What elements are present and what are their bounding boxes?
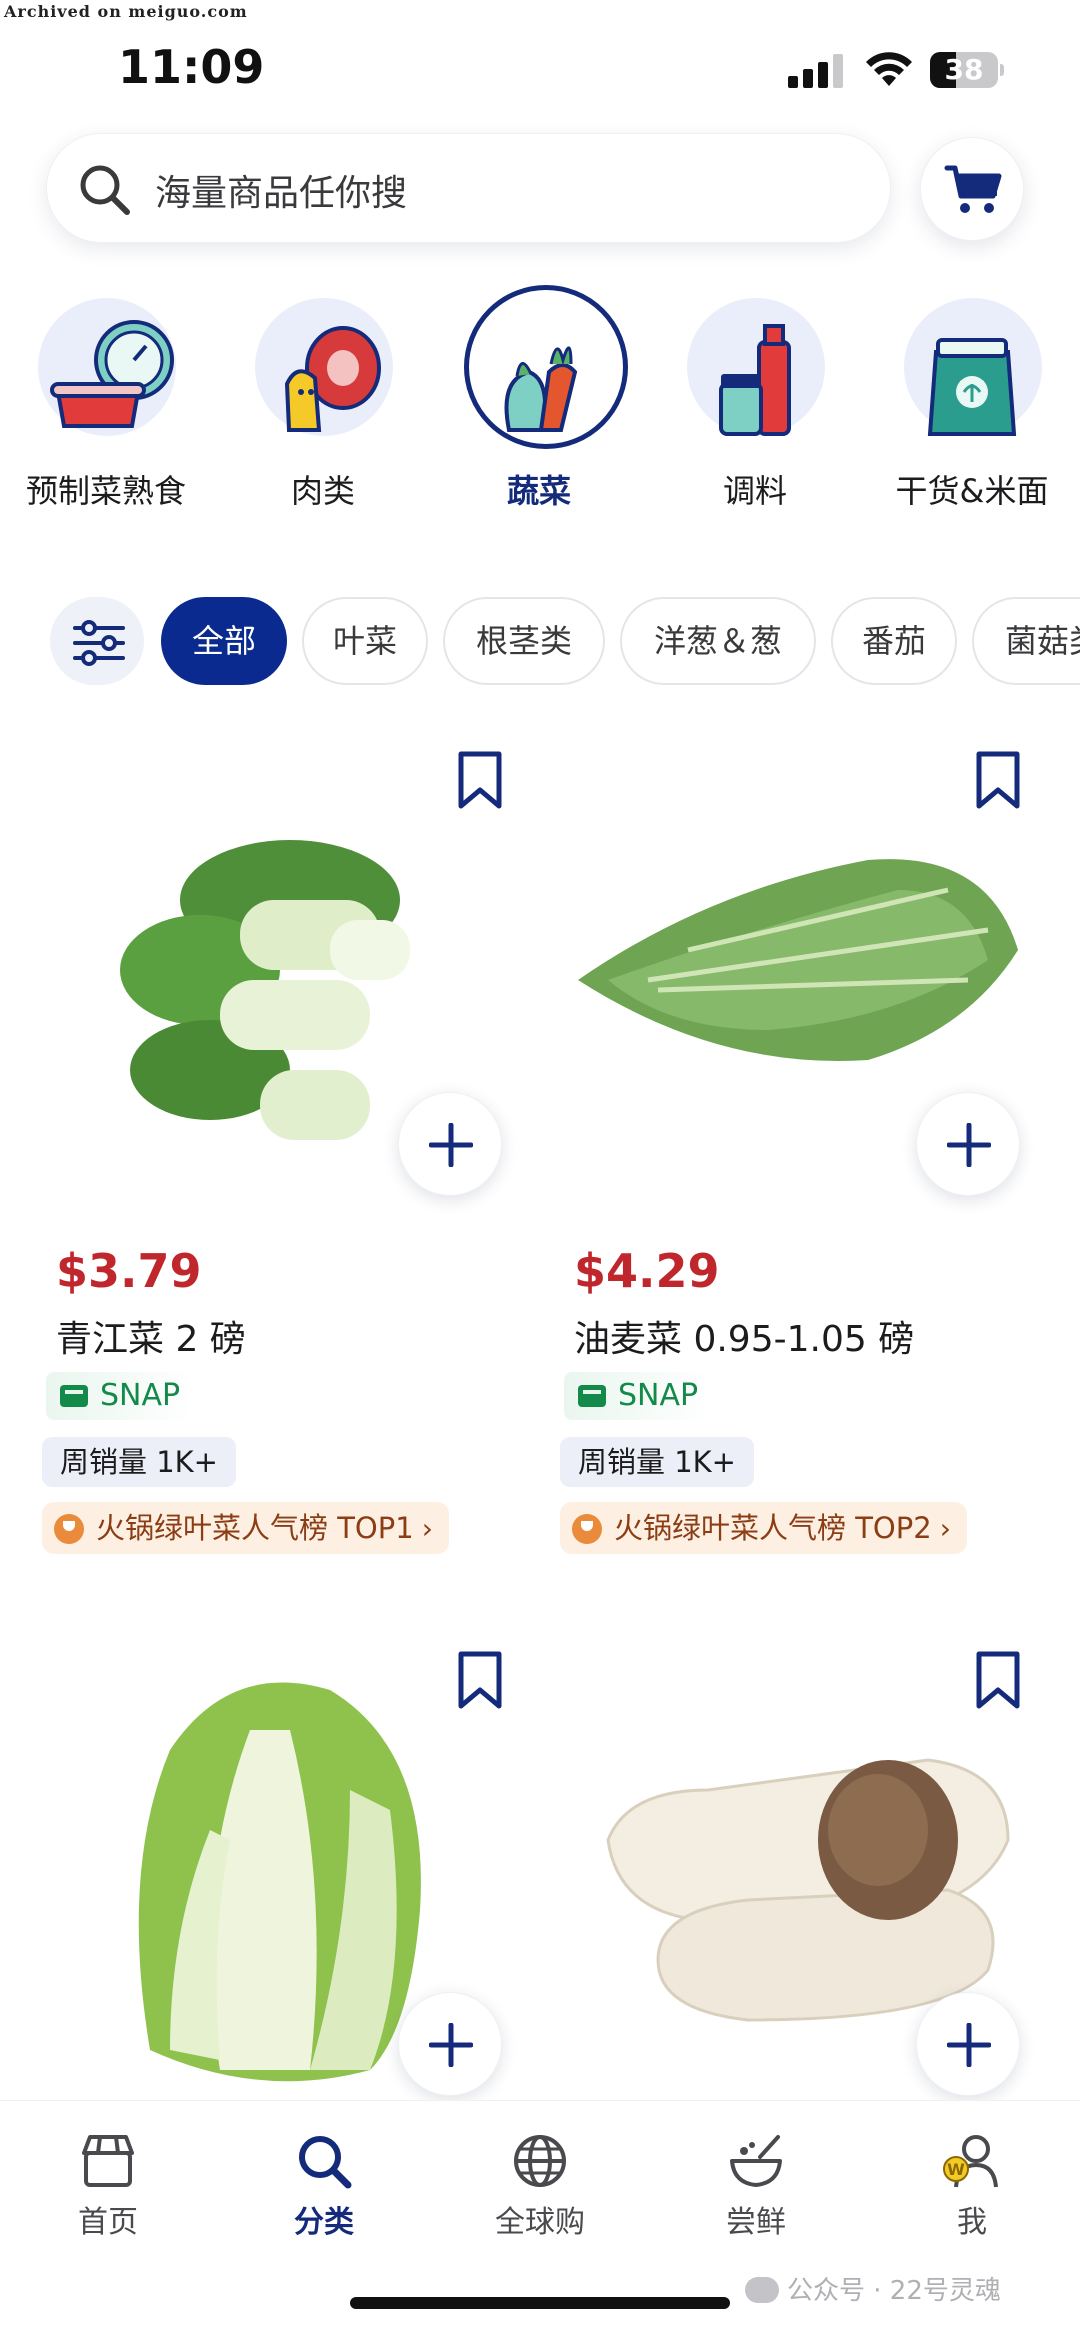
bowl-icon: [730, 2135, 782, 2187]
search-icon: [80, 165, 130, 215]
add-to-cart-button[interactable]: [398, 1992, 502, 2096]
chevron-right-icon: ›: [939, 1512, 951, 1545]
weekly-sales-badge: 周销量 1K+: [42, 1437, 236, 1487]
bookmark-icon[interactable]: [973, 750, 1023, 810]
nav-global[interactable]: 全球购: [455, 2131, 625, 2251]
battery-indicator: 38: [930, 52, 1004, 88]
battery-percentage: 38: [944, 53, 984, 86]
bookmark-icon[interactable]: [973, 1650, 1023, 1710]
filter-chip-all[interactable]: 全部: [161, 597, 287, 685]
ranking-badge[interactable]: 火锅绿叶菜人气榜 TOP2 ›: [560, 1502, 967, 1554]
store-icon: [82, 2135, 134, 2187]
filter-chip-root[interactable]: 根茎类: [443, 597, 605, 685]
category-dry-goods[interactable]: 干货&米面: [872, 280, 1072, 520]
category-vegetable[interactable]: 蔬菜: [439, 280, 639, 520]
plus-icon: [947, 2023, 991, 2067]
product-card[interactable]: $4.29 油麦菜 0.95-1.05 磅 SNAP 周销量 1K+ 火锅绿叶菜…: [558, 720, 1058, 1580]
search-placeholder: 海量商品任你搜: [155, 173, 408, 214]
cellular-signal-icon: [788, 54, 843, 88]
bookmark-icon[interactable]: [455, 1650, 505, 1710]
a-choy-image: [578, 859, 1018, 1061]
category-label: 蔬菜: [506, 472, 571, 510]
status-bar: 11:09 38: [0, 0, 1080, 130]
category-row: 预制菜熟食 肉类 蔬菜 调料 干货&米面: [0, 280, 1080, 520]
add-to-cart-button[interactable]: [398, 1092, 502, 1196]
status-time: 11:09: [118, 40, 265, 94]
filter-chip-tomato[interactable]: 番茄: [831, 597, 957, 685]
category-label: 干货&米面: [895, 472, 1049, 510]
home-indicator[interactable]: [350, 2297, 730, 2309]
nav-me[interactable]: W 我: [887, 2131, 1057, 2251]
category-prepared-food[interactable]: 预制菜熟食: [6, 280, 206, 520]
nav-label: 分类: [294, 2205, 354, 2240]
product-card[interactable]: [558, 1620, 1058, 2100]
filter-settings-button[interactable]: [50, 597, 144, 685]
filter-chip-row: 全部 叶菜 根茎类 洋葱＆葱 番茄 菌菇类: [0, 597, 1080, 687]
nav-taste[interactable]: 尝鲜: [671, 2131, 841, 2251]
add-to-cart-button[interactable]: [916, 1092, 1020, 1196]
cart-button[interactable]: [920, 137, 1024, 241]
sliders-icon: [73, 620, 125, 666]
trophy-icon: [572, 1514, 602, 1544]
search-bar[interactable]: 海量商品任你搜: [46, 133, 891, 243]
ranking-badge[interactable]: 火锅绿叶菜人气榜 TOP1 ›: [42, 1502, 449, 1554]
wechat-icon: [745, 2277, 779, 2303]
wechat-watermark: 公众号 · 22号灵魂: [745, 2270, 1001, 2307]
cart-icon: [944, 165, 1002, 213]
snap-badge: SNAP: [46, 1372, 195, 1420]
nav-home[interactable]: 首页: [23, 2131, 193, 2251]
plus-icon: [429, 2023, 473, 2067]
bookmark-icon[interactable]: [455, 750, 505, 810]
nav-label: 我: [957, 2205, 987, 2240]
nav-label: 全球购: [495, 2205, 585, 2240]
search-icon: [299, 2136, 352, 2189]
nav-label: 尝鲜: [726, 2205, 786, 2240]
ebt-card-icon: [578, 1385, 606, 1407]
nav-label: 首页: [78, 2205, 138, 2240]
plus-icon: [947, 1123, 991, 1167]
globe-icon: [514, 2135, 566, 2187]
weekly-sales-badge: 周销量 1K+: [560, 1437, 754, 1487]
wifi-icon: [866, 52, 912, 86]
category-seasoning[interactable]: 调料: [655, 280, 855, 520]
product-card[interactable]: [40, 1620, 540, 2100]
category-meat[interactable]: 肉类: [223, 280, 423, 520]
filter-chip-leafy[interactable]: 叶菜: [302, 597, 428, 685]
user-icon: W: [943, 2135, 998, 2188]
snap-badge: SNAP: [564, 1372, 713, 1420]
category-label: 肉类: [290, 472, 355, 510]
product-name: 油麦菜 0.95-1.05 磅: [574, 1319, 915, 1360]
ebt-card-icon: [60, 1385, 88, 1407]
product-name: 青江菜 2 磅: [56, 1319, 246, 1360]
category-label: 调料: [722, 472, 787, 510]
filter-chip-mushroom[interactable]: 菌菇类: [972, 597, 1080, 685]
trophy-icon: [54, 1514, 84, 1544]
bok-choy-image: [120, 840, 410, 1140]
nav-category[interactable]: 分类: [239, 2131, 409, 2251]
filter-chip-onion[interactable]: 洋葱＆葱: [620, 597, 816, 685]
add-to-cart-button[interactable]: [916, 1992, 1020, 2096]
napa-cabbage-image: [138, 1682, 421, 2082]
product-card[interactable]: $3.79 青江菜 2 磅 SNAP 周销量 1K+ 火锅绿叶菜人气榜 TOP1…: [40, 720, 540, 1580]
plus-icon: [429, 1123, 473, 1167]
product-price: $3.79: [56, 1244, 202, 1298]
product-price: $4.29: [574, 1244, 720, 1298]
svg-text:W: W: [947, 2160, 965, 2179]
chevron-right-icon: ›: [421, 1512, 433, 1545]
category-label: 预制菜熟食: [25, 472, 186, 510]
